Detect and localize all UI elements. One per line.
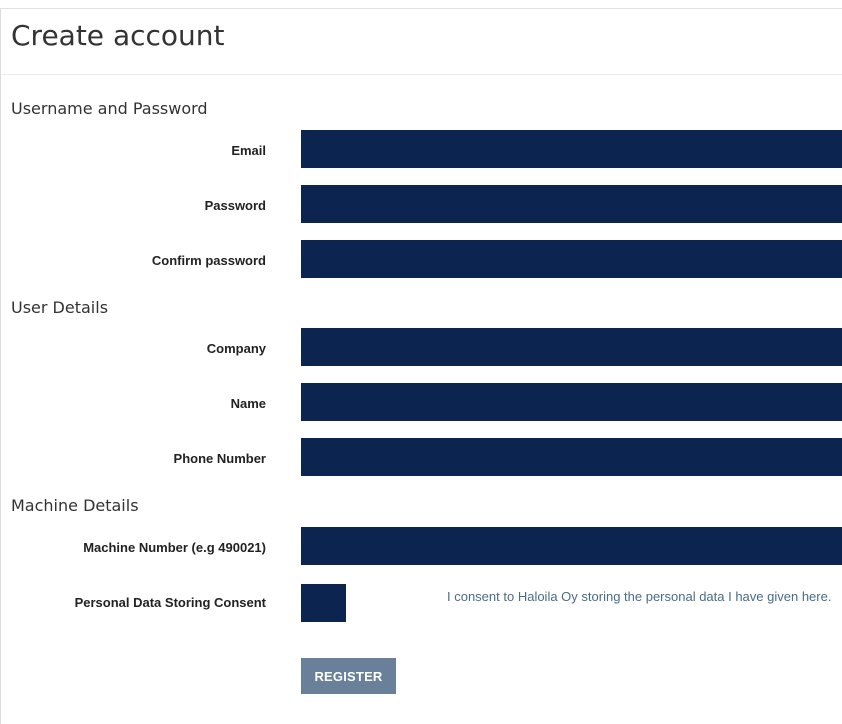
email-label: Email xyxy=(231,143,266,158)
page-title: Create account xyxy=(11,19,225,52)
email-field[interactable] xyxy=(301,130,842,168)
confirm-password-field[interactable] xyxy=(301,240,842,278)
name-label: Name xyxy=(230,396,266,411)
phone-number-field[interactable] xyxy=(301,438,842,476)
machine-number-label: Machine Number (e.g 490021) xyxy=(83,540,266,555)
machine-number-field[interactable] xyxy=(301,527,842,565)
consent-label: Personal Data Storing Consent xyxy=(74,595,266,610)
create-account-form: Create account Username and Password Ema… xyxy=(0,8,842,724)
name-field[interactable] xyxy=(301,383,842,421)
title-divider xyxy=(1,74,842,75)
section-heading-credentials: Username and Password xyxy=(11,99,208,118)
phone-number-label: Phone Number xyxy=(173,451,266,466)
company-label: Company xyxy=(206,341,266,356)
company-field[interactable] xyxy=(301,328,842,366)
section-heading-user-details: User Details xyxy=(11,298,109,317)
consent-checkbox[interactable] xyxy=(301,584,346,622)
consent-text: I consent to Haloila Oy storing the pers… xyxy=(447,589,832,604)
register-button[interactable]: REGISTER xyxy=(301,658,396,694)
confirm-password-label: Confirm password xyxy=(151,253,266,268)
password-field[interactable] xyxy=(301,185,842,223)
password-label: Password xyxy=(204,198,266,213)
section-heading-machine-details: Machine Details xyxy=(11,496,139,515)
